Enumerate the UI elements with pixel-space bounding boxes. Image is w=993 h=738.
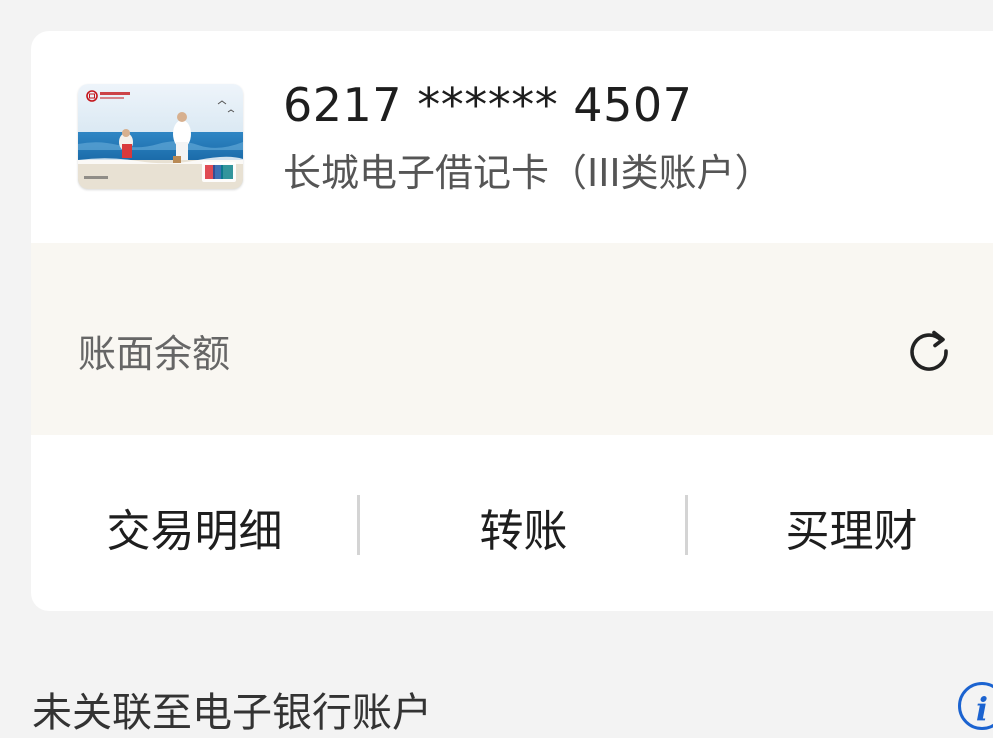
balance-label: 账面余额 bbox=[78, 332, 231, 376]
quick-actions: 交易明细 转账 买理财 bbox=[31, 435, 993, 611]
transfer-button[interactable]: 转账 bbox=[360, 495, 687, 557]
transactions-button[interactable]: 交易明细 bbox=[31, 495, 358, 557]
card-type: 长城电子借记卡（III类账户） bbox=[283, 151, 773, 195]
buy-wealth-button[interactable]: 买理财 bbox=[689, 495, 993, 557]
info-icon[interactable]: i bbox=[958, 682, 993, 730]
card-number: 6217 ****** 4507 bbox=[283, 78, 693, 132]
action-divider bbox=[685, 495, 688, 555]
account-card: 6217 ****** 4507 长城电子借记卡（III类账户） 账面余额 交易… bbox=[31, 31, 993, 611]
account-card-header[interactable]: 6217 ****** 4507 长城电子借记卡（III类账户） bbox=[31, 31, 993, 243]
bank-card-image bbox=[78, 84, 243, 189]
section-title: 未关联至电子银行账户 bbox=[32, 690, 432, 736]
refresh-icon[interactable] bbox=[905, 327, 953, 375]
balance-section: 账面余额 bbox=[31, 243, 993, 435]
